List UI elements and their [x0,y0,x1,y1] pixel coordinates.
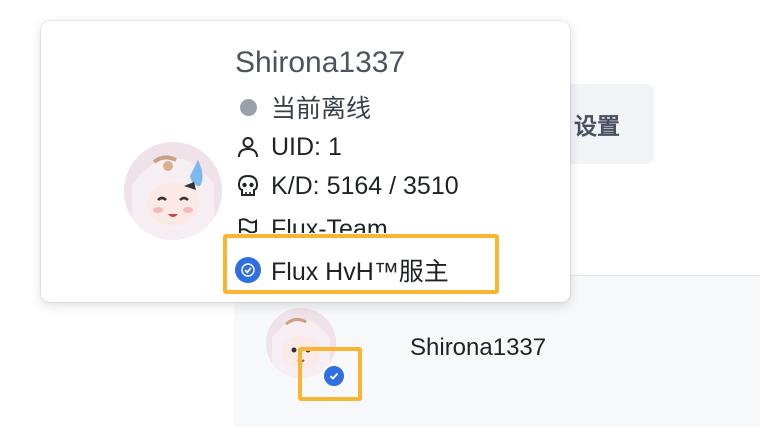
user-name[interactable]: Shirona1337 [410,334,546,362]
team-text: Flux-Team [271,214,388,234]
highlight-box-badge [223,234,499,294]
kd-text: K/D: 5164 / 3510 [271,171,459,200]
team-line-clip: Flux-Team [235,211,565,233]
status-text: 当前离线 [271,95,372,123]
avatar [124,142,222,240]
skull-icon [235,173,261,199]
kd-line: K/D: 5164 / 3510 [235,168,459,204]
popover-user-name: Shirona1337 [235,46,406,79]
flag-icon [235,216,261,233]
uid-text: UID: 1 [271,132,342,161]
user-icon [235,134,261,160]
highlight-box-small [298,347,362,401]
uid-line: UID: 1 [235,129,342,165]
offline-dot-icon [235,94,261,120]
settings-label: 设置 [574,113,620,139]
status-line: 当前离线 [235,89,371,125]
team-line: Flux-Team [235,211,388,233]
